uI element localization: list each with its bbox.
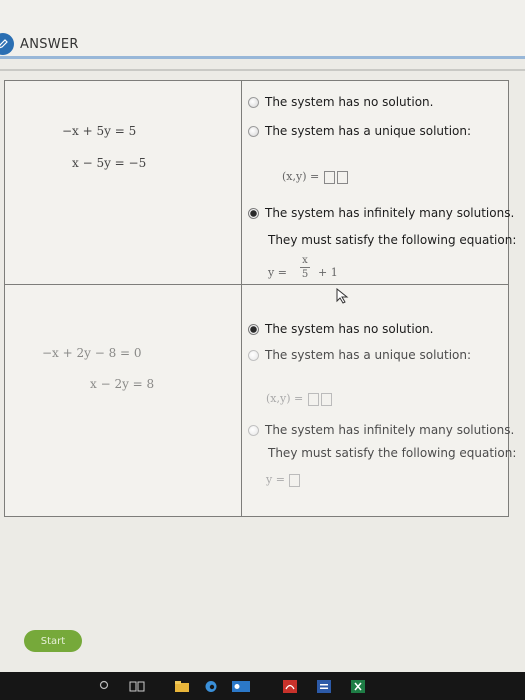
x-input[interactable] <box>307 392 319 406</box>
radio-button-selected[interactable] <box>248 207 259 219</box>
radio-button-selected[interactable] <box>248 323 259 335</box>
problem1-option-unique[interactable]: The system has a unique solution: <box>248 124 471 138</box>
problem2-equation1: −x + 2y − 8 = 0 <box>42 346 142 360</box>
problem2-eq: y = <box>266 473 301 487</box>
excel-icon[interactable] <box>350 680 366 693</box>
word-icon[interactable] <box>316 680 332 693</box>
problem2-option-infinite[interactable]: The system has infinitely many solutions… <box>248 423 514 437</box>
fraction-numerator: x <box>302 255 308 266</box>
answer-title: ANSWER <box>20 37 79 52</box>
problem2-unique-answer: (x,y) = <box>266 392 333 406</box>
y-input[interactable] <box>320 392 332 406</box>
problem2-option-no-solution[interactable]: The system has no solution. <box>248 322 433 336</box>
search-icon[interactable] <box>98 680 110 693</box>
outlook-icon[interactable] <box>232 680 250 693</box>
task-view-icon[interactable] <box>129 680 145 693</box>
problem1-equation1: −x + 5y = 5 <box>62 124 137 138</box>
problem1-option-no-solution[interactable]: The system has no solution. <box>248 95 433 109</box>
section-divider <box>0 69 525 71</box>
problem1-eq-lhs: y = <box>268 266 287 279</box>
column-divider <box>241 81 242 516</box>
equation-input[interactable] <box>289 473 301 487</box>
problem1-eq-tail: + 1 <box>318 266 338 279</box>
problem2-infinite-detail: They must satisfy the following equation… <box>268 446 517 460</box>
problem2-option-unique[interactable]: The system has a unique solution: <box>248 348 471 362</box>
fraction-denominator: 5 <box>301 269 309 280</box>
start-button[interactable]: Start <box>24 630 82 652</box>
pdf-icon[interactable] <box>282 680 298 693</box>
problem1-option-infinite[interactable]: The system has infinitely many solutions… <box>248 206 514 220</box>
x-input[interactable] <box>323 170 335 184</box>
radio-button[interactable] <box>248 424 259 436</box>
problem1-equation2: x − 5y = −5 <box>72 156 147 170</box>
problem1-eq-fraction: x 5 <box>300 255 310 280</box>
radio-button[interactable] <box>248 96 259 108</box>
problem1-infinite-detail: They must satisfy the following equation… <box>268 233 517 247</box>
problem1-unique-answer: (x,y) = <box>282 170 349 184</box>
y-input[interactable] <box>336 170 348 184</box>
row-divider <box>5 284 508 285</box>
taskbar <box>0 672 525 700</box>
header-rule <box>0 56 525 59</box>
problem2-equation2: x − 2y = 8 <box>90 377 155 391</box>
pencil-icon[interactable] <box>0 33 14 55</box>
answer-header: ANSWER <box>0 0 525 58</box>
edge-icon[interactable] <box>203 680 219 693</box>
fraction-bar <box>300 267 310 268</box>
radio-button[interactable] <box>248 349 259 361</box>
file-explorer-icon[interactable] <box>174 680 190 693</box>
radio-button[interactable] <box>248 125 259 137</box>
mouse-cursor-icon <box>336 288 349 304</box>
